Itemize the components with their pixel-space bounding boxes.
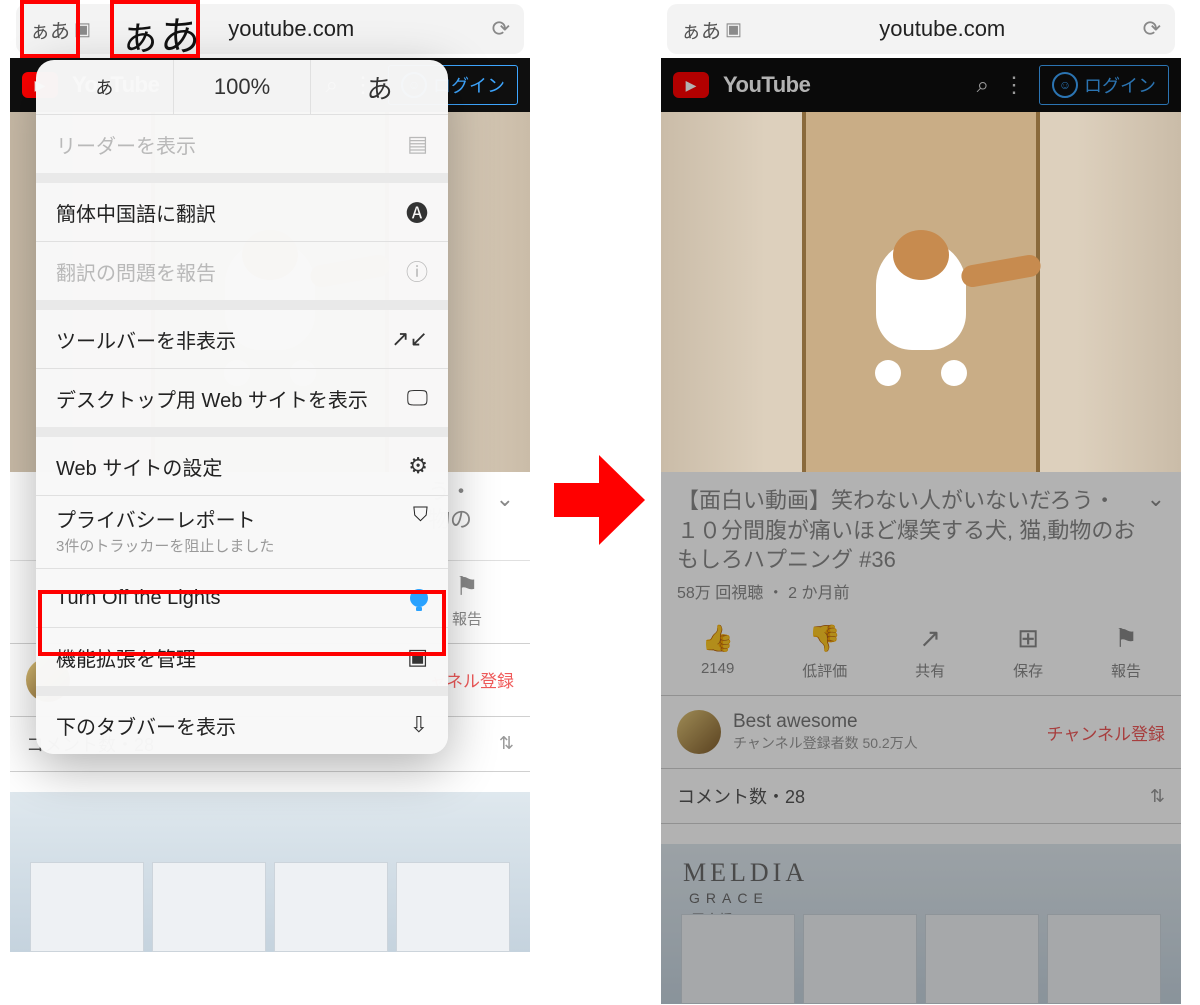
menu-translate[interactable]: 簡体中国語に翻訳 🅐 bbox=[36, 183, 448, 241]
gear-icon: ⚙ bbox=[408, 453, 428, 479]
reader-icon: ▤ bbox=[407, 131, 428, 157]
monitor-icon: 🖵 bbox=[407, 385, 428, 411]
zoom-percentage[interactable]: 100% bbox=[173, 60, 311, 114]
address-bar[interactable]: ぁあ ▣ youtube.com ⟳ bbox=[16, 4, 524, 54]
menu-site-settings[interactable]: Web サイトの設定 ⚙ bbox=[36, 437, 448, 495]
shield-icon: ⛉ bbox=[413, 504, 428, 533]
reload-icon[interactable]: ⟳ bbox=[1143, 16, 1161, 42]
sort-icon[interactable]: ⇅ bbox=[499, 733, 514, 754]
menu-hide-toolbar[interactable]: ツールバーを非表示 ↗↙ bbox=[36, 310, 448, 368]
url-text[interactable]: youtube.com bbox=[742, 16, 1143, 42]
video-player[interactable] bbox=[661, 112, 1181, 472]
action-report[interactable]: ⚑報告 bbox=[452, 571, 482, 629]
flag-icon: ⚑ bbox=[455, 571, 478, 602]
extension-puzzle-icon[interactable]: ▣ bbox=[725, 19, 742, 40]
expand-icon: ↗↙ bbox=[391, 326, 428, 352]
zoom-row: あ 100% あ bbox=[36, 60, 448, 115]
text-size-button[interactable]: ぁあ bbox=[681, 15, 721, 44]
youtube-logo-text: YouTube bbox=[723, 72, 810, 98]
left-phone: ぁあ ▣ youtube.com ⟳ ▶ YouTube ⌕ ⋮ ☺ ログイン … bbox=[10, 0, 530, 1005]
highlight-box-extension bbox=[38, 590, 446, 656]
lights-off-overlay bbox=[661, 472, 1181, 1004]
expand-chevron-icon[interactable]: ⌄ bbox=[496, 486, 514, 516]
alert-icon: ⓘ bbox=[406, 255, 428, 287]
right-phone: ぁあ ▣ youtube.com ⟳ ▶ YouTube ⌕ ⋮ ☺ ログイン … bbox=[660, 0, 1181, 1005]
dock-bottom-icon: ⇩ bbox=[410, 712, 428, 738]
highlight-aa-label: ぁあ bbox=[120, 4, 200, 62]
more-icon[interactable]: ⋮ bbox=[1003, 72, 1025, 98]
red-arrow-icon bbox=[554, 455, 644, 545]
search-icon[interactable]: ⌕ bbox=[977, 72, 989, 98]
user-icon: ☺ bbox=[1052, 72, 1078, 98]
menu-privacy-report[interactable]: プライバシーレポート ⛉ 3件のトラッカーを阻止しました bbox=[36, 496, 448, 568]
menu-request-desktop[interactable]: デスクトップ用 Web サイトを表示 🖵 bbox=[36, 369, 448, 427]
text-larger-button[interactable]: あ bbox=[310, 60, 448, 114]
youtube-header: ▶ YouTube ⌕ ⋮ ☺ ログイン bbox=[661, 58, 1181, 112]
menu-show-reader: リーダーを表示 ▤ bbox=[36, 115, 448, 173]
translate-icon: 🅐 bbox=[406, 196, 428, 228]
menu-show-bottom-tabbar[interactable]: 下のタブバーを表示 ⇩ bbox=[36, 696, 448, 754]
youtube-logo-icon[interactable]: ▶ bbox=[673, 72, 709, 98]
login-label: ログイン bbox=[1084, 72, 1156, 98]
menu-translate-report: 翻訳の問題を報告 ⓘ bbox=[36, 242, 448, 300]
highlight-box-aa-small bbox=[20, 0, 80, 58]
login-button[interactable]: ☺ ログイン bbox=[1039, 65, 1169, 105]
address-bar[interactable]: ぁあ ▣ youtube.com ⟳ bbox=[667, 4, 1175, 54]
ad-banner[interactable] bbox=[10, 792, 530, 952]
reload-icon[interactable]: ⟳ bbox=[492, 16, 510, 42]
video-thumbnail-cat bbox=[861, 240, 981, 380]
text-smaller-button[interactable]: あ bbox=[36, 60, 173, 114]
